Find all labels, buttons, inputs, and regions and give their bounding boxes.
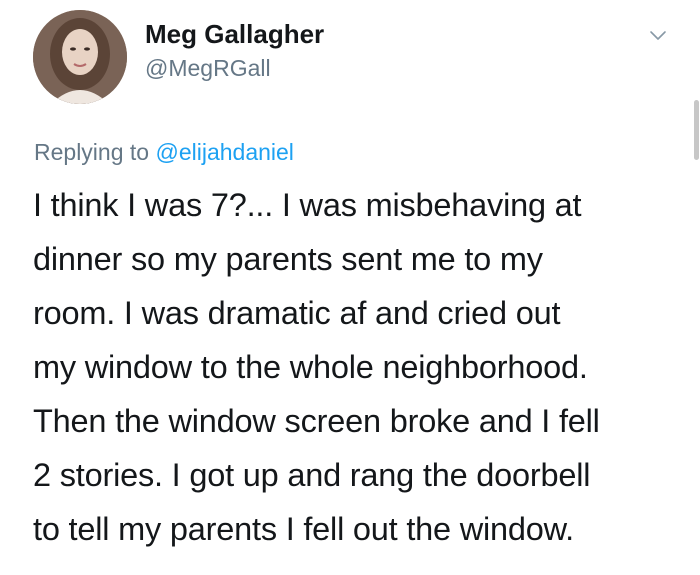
- tweet-text-line: 2 stories. I got up and rang the doorbel…: [33, 457, 591, 493]
- tweet-text-line: room. I was dramatic af and cried out: [33, 295, 561, 331]
- tweet-text-line: dinner so my parents sent me to my: [33, 241, 543, 277]
- author-handle[interactable]: @MegRGall: [145, 55, 271, 82]
- tweet-text: I think I was 7?... I was misbehaving at…: [33, 178, 673, 556]
- author-name[interactable]: Meg Gallagher: [145, 19, 324, 50]
- reply-handle-link[interactable]: @elijahdaniel: [155, 139, 293, 165]
- tweet-text-line: to tell my parents I fell out the window…: [33, 511, 574, 547]
- chevron-down-icon[interactable]: [646, 24, 670, 48]
- tweet-text-line: I think I was 7?... I was misbehaving at: [33, 187, 582, 223]
- tweet-text-line: Then the window screen broke and I fell: [33, 403, 600, 439]
- scrollbar[interactable]: [694, 100, 699, 160]
- avatar[interactable]: [33, 10, 127, 104]
- tweet-text-line: my window to the whole neighborhood.: [33, 349, 588, 385]
- tweet-card: Meg Gallagher @MegRGall Replying to @eli…: [0, 0, 700, 575]
- replying-to: Replying to @elijahdaniel: [34, 139, 294, 166]
- profile-photo-icon: [33, 10, 127, 104]
- replying-to-label: Replying to: [34, 139, 150, 165]
